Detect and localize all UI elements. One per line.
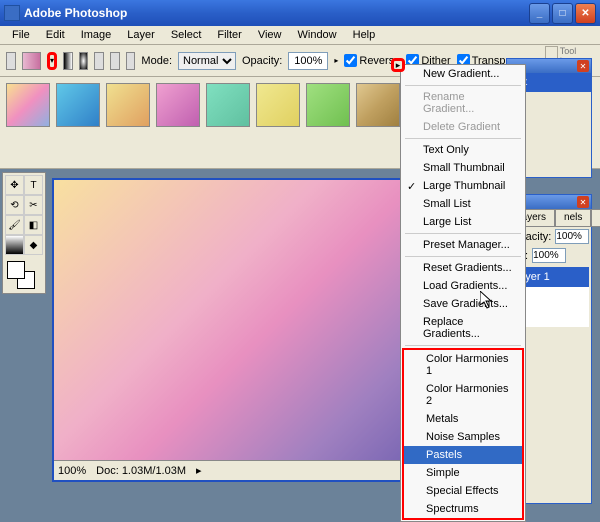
- menuitem-preset-special-effects[interactable]: Special Effects: [404, 482, 522, 500]
- toolbox: ✥T ⟲✂ 🖌◧ ◆: [2, 172, 46, 294]
- menuitem-preset-metals[interactable]: Metals: [404, 410, 522, 428]
- menuitem-load-gradients[interactable]: Load Gradients...: [401, 277, 525, 295]
- tool-bucket[interactable]: ◆: [24, 235, 43, 255]
- gradient-swatch-1[interactable]: [56, 83, 100, 127]
- tool-move[interactable]: ✥: [5, 175, 24, 195]
- tab-paths[interactable]: Paths: [591, 209, 600, 227]
- window-title: Adobe Photoshop: [24, 6, 527, 20]
- gradient-swatch-6[interactable]: [306, 83, 350, 127]
- menuitem-preset-noise-samples[interactable]: Noise Samples: [404, 428, 522, 446]
- opacity-label: Opacity:: [242, 55, 282, 67]
- menuitem-preset-color-harmonies-1[interactable]: Color Harmonies 1: [404, 350, 522, 380]
- gradient-angle-icon[interactable]: [94, 52, 104, 70]
- layers-panel-close-button[interactable]: ✕: [577, 196, 589, 208]
- tool-brush[interactable]: 🖌: [5, 215, 24, 235]
- canvas[interactable]: [54, 180, 436, 460]
- menu-edit[interactable]: Edit: [38, 27, 73, 43]
- gradient-preview[interactable]: [22, 52, 41, 70]
- gradient-picker-dropdown[interactable]: ▾: [47, 52, 57, 70]
- minimize-button[interactable]: _: [529, 3, 550, 24]
- menuitem-preset-pastels[interactable]: Pastels: [404, 446, 522, 464]
- layers-opacity-input[interactable]: [555, 229, 589, 244]
- gradient-linear-icon[interactable]: [63, 52, 73, 70]
- maximize-button[interactable]: □: [552, 3, 573, 24]
- tool-lasso[interactable]: ⟲: [5, 195, 24, 215]
- menuitem-text-only[interactable]: Text Only: [401, 141, 525, 159]
- menuitem-small-list[interactable]: Small List: [401, 195, 525, 213]
- mode-select[interactable]: Normal: [178, 52, 236, 70]
- panel-close-button[interactable]: ✕: [577, 60, 589, 72]
- gradient-picker-context-menu: New Gradient... Rename Gradient... Delet…: [400, 64, 526, 522]
- gradient-swatch-4[interactable]: [206, 83, 250, 127]
- close-button[interactable]: ✕: [575, 3, 596, 24]
- tool-preset-button[interactable]: [6, 52, 16, 70]
- menuitem-large-thumbnail[interactable]: Large Thumbnail: [401, 177, 525, 195]
- tab-channels[interactable]: nels: [555, 209, 591, 227]
- gradient-swatch-3[interactable]: [156, 83, 200, 127]
- statusbar-flyout-icon[interactable]: ▸: [196, 464, 202, 477]
- gradient-reflected-icon[interactable]: [110, 52, 120, 70]
- menu-view[interactable]: View: [250, 27, 290, 43]
- gradient-diamond-icon[interactable]: [126, 52, 136, 70]
- menuitem-save-gradients[interactable]: Save Gradients...: [401, 295, 525, 313]
- gradient-radial-icon[interactable]: [79, 52, 89, 70]
- menuitem-preset-spectrums[interactable]: Spectrums: [404, 500, 522, 518]
- menuitem-reset-gradients[interactable]: Reset Gradients...: [401, 259, 525, 277]
- tool-type[interactable]: T: [24, 175, 43, 195]
- gradient-picker-flyout-button[interactable]: ▸: [391, 58, 405, 72]
- tool-crop[interactable]: ✂: [24, 195, 43, 215]
- menuitem-new-gradient[interactable]: New Gradient...: [401, 65, 525, 83]
- menuitem-rename-gradient: Rename Gradient...: [401, 88, 525, 118]
- menuitem-preset-color-harmonies-2[interactable]: Color Harmonies 2: [404, 380, 522, 410]
- menuitem-large-list[interactable]: Large List: [401, 213, 525, 231]
- doc-size: Doc: 1.03M/1.03M: [96, 465, 186, 477]
- gradient-swatch-0[interactable]: [6, 83, 50, 127]
- foreground-color-swatch[interactable]: [7, 261, 25, 279]
- menu-image[interactable]: Image: [73, 27, 120, 43]
- menu-layer[interactable]: Layer: [119, 27, 163, 43]
- opacity-input[interactable]: [288, 52, 328, 70]
- menu-select[interactable]: Select: [163, 27, 210, 43]
- opacity-flyout-icon[interactable]: ▸: [334, 56, 338, 65]
- menuitem-small-thumbnail[interactable]: Small Thumbnail: [401, 159, 525, 177]
- menuitem-replace-gradients[interactable]: Replace Gradients...: [401, 313, 525, 343]
- menu-help[interactable]: Help: [345, 27, 384, 43]
- menuitem-delete-gradient: Delete Gradient: [401, 118, 525, 136]
- reverse-checkbox[interactable]: [344, 54, 357, 67]
- document-window: 100% Doc: 1.03M/1.03M ▸: [52, 178, 438, 482]
- layers-fill-input[interactable]: [532, 248, 566, 263]
- tool-eraser[interactable]: ◧: [24, 215, 43, 235]
- menu-filter[interactable]: Filter: [209, 27, 249, 43]
- zoom-level[interactable]: 100%: [58, 465, 86, 477]
- app-icon: [4, 5, 20, 21]
- mode-label: Mode:: [141, 55, 172, 67]
- gradient-swatch-2[interactable]: [106, 83, 150, 127]
- menu-file[interactable]: File: [4, 27, 38, 43]
- menuitem-preset-simple[interactable]: Simple: [404, 464, 522, 482]
- gradient-swatch-7[interactable]: [356, 83, 400, 127]
- menu-bar: File Edit Image Layer Select Filter View…: [0, 26, 600, 45]
- tool-gradient[interactable]: [5, 235, 24, 255]
- menuitem-preset-manager[interactable]: Preset Manager...: [401, 236, 525, 254]
- menu-window[interactable]: Window: [290, 27, 345, 43]
- gradient-swatch-5[interactable]: [256, 83, 300, 127]
